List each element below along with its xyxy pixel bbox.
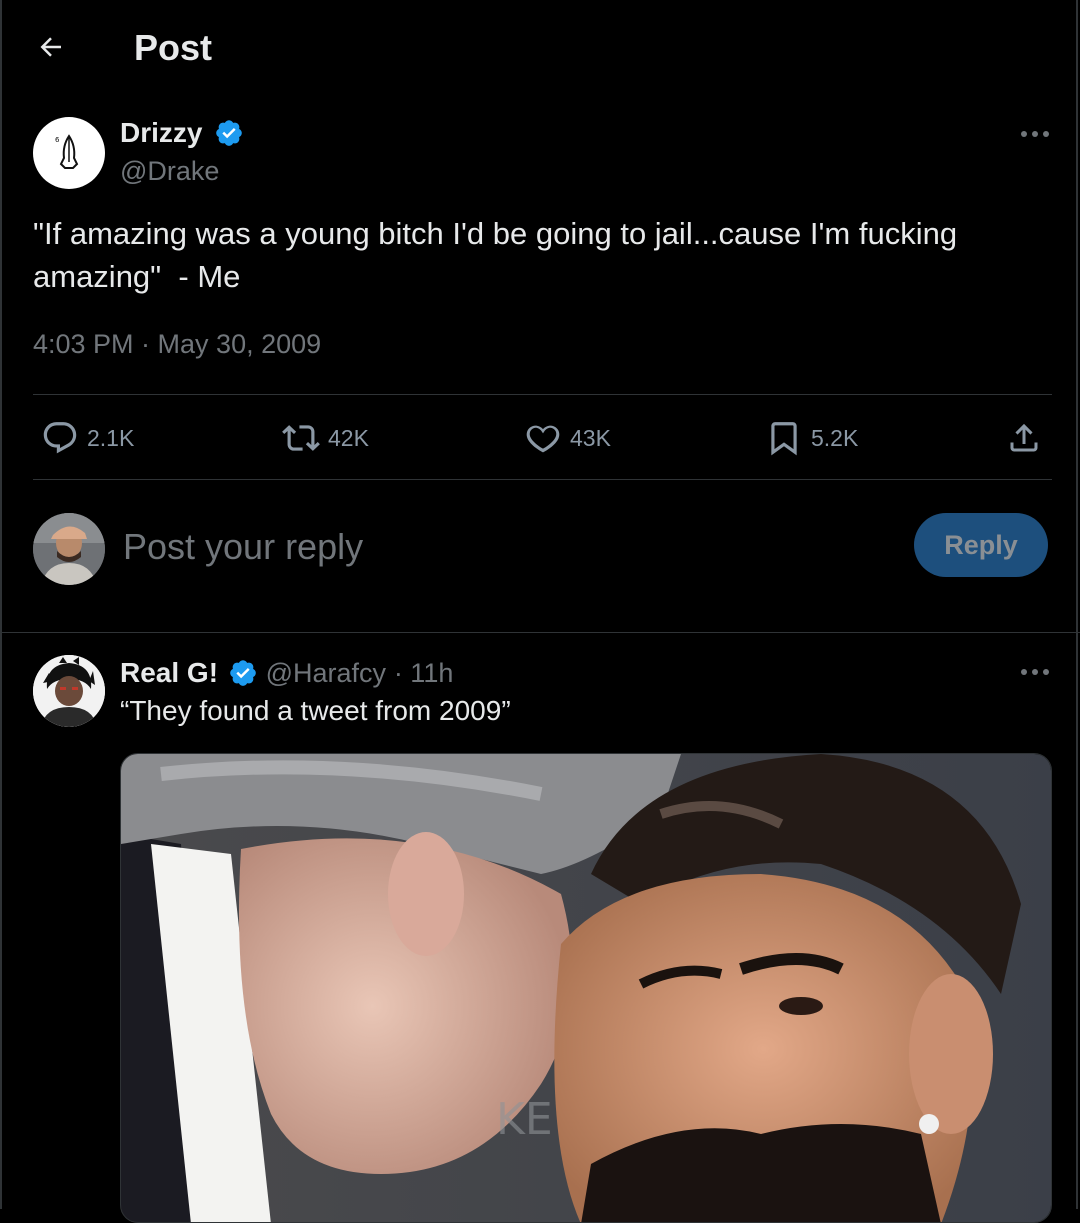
verified-badge-icon (230, 659, 256, 686)
more-icon (1021, 131, 1049, 137)
reply-count: 2.1K (87, 424, 135, 451)
verified-badge-icon (216, 119, 243, 146)
reply-author-avatar[interactable] (33, 655, 105, 727)
share-button[interactable] (1004, 418, 1044, 458)
back-button[interactable] (30, 26, 72, 68)
user-photo (33, 513, 105, 585)
divider (33, 394, 1052, 395)
reply-author-row: Real G! @Harafcy · 11h (120, 657, 453, 689)
repost-icon (282, 425, 320, 451)
author-handle[interactable]: @Drake (120, 156, 219, 187)
share-icon (1010, 423, 1038, 452)
like-action[interactable]: 43K (524, 418, 611, 458)
page-title: Post (134, 27, 213, 68)
current-user-avatar[interactable] (33, 513, 105, 585)
anime-avatar (33, 655, 105, 727)
reply-media-image[interactable]: KE (120, 753, 1052, 1223)
reply-input[interactable] (123, 520, 883, 574)
author-name[interactable]: Drizzy (120, 117, 202, 148)
praying-hands-logo: 6 (55, 134, 79, 169)
like-icon (526, 425, 560, 453)
svg-text:6: 6 (55, 136, 60, 144)
author-name-row[interactable]: Drizzy (120, 117, 244, 149)
post-page: Post 6 Drizzy @Drake "If amazing was a y… (0, 0, 1080, 1223)
author-avatar[interactable]: 6 (33, 117, 105, 189)
bookmark-action[interactable]: 5.2K (765, 418, 858, 458)
post-timestamp[interactable]: 4:03 PM · May 30, 2009 (33, 329, 321, 360)
reply-button[interactable]: Reply (914, 513, 1048, 577)
back-arrow-icon (40, 37, 61, 57)
repost-count: 42K (328, 424, 369, 451)
post-more-button[interactable] (1015, 122, 1055, 146)
like-count: 43K (570, 424, 611, 451)
meme-photo: KE (121, 754, 1051, 1222)
post-text-line-1: "If amazing was a young bitch I'd be goi… (33, 216, 958, 251)
reply-time[interactable]: · 11h (394, 658, 454, 688)
section-divider (2, 632, 1080, 633)
bookmark-icon (771, 422, 797, 456)
svg-text:KE: KE (496, 1094, 553, 1145)
post-text-line-2: amazing" - Me (33, 259, 241, 294)
bookmark-count: 5.2K (811, 424, 859, 451)
repost-action[interactable]: 42K (282, 418, 369, 458)
reply-action[interactable]: 2.1K (41, 418, 134, 458)
reply-more-button[interactable] (1015, 660, 1055, 684)
reply-icon (43, 422, 77, 454)
reply-text: “They found a tweet from 2009” (120, 695, 511, 726)
reply-author-handle[interactable]: @Harafcy (266, 658, 386, 688)
more-icon (1021, 669, 1049, 675)
reply-author-name[interactable]: Real G! (120, 657, 218, 688)
divider (33, 479, 1052, 480)
post-text: "If amazing was a young bitch I'd be goi… (33, 212, 993, 298)
